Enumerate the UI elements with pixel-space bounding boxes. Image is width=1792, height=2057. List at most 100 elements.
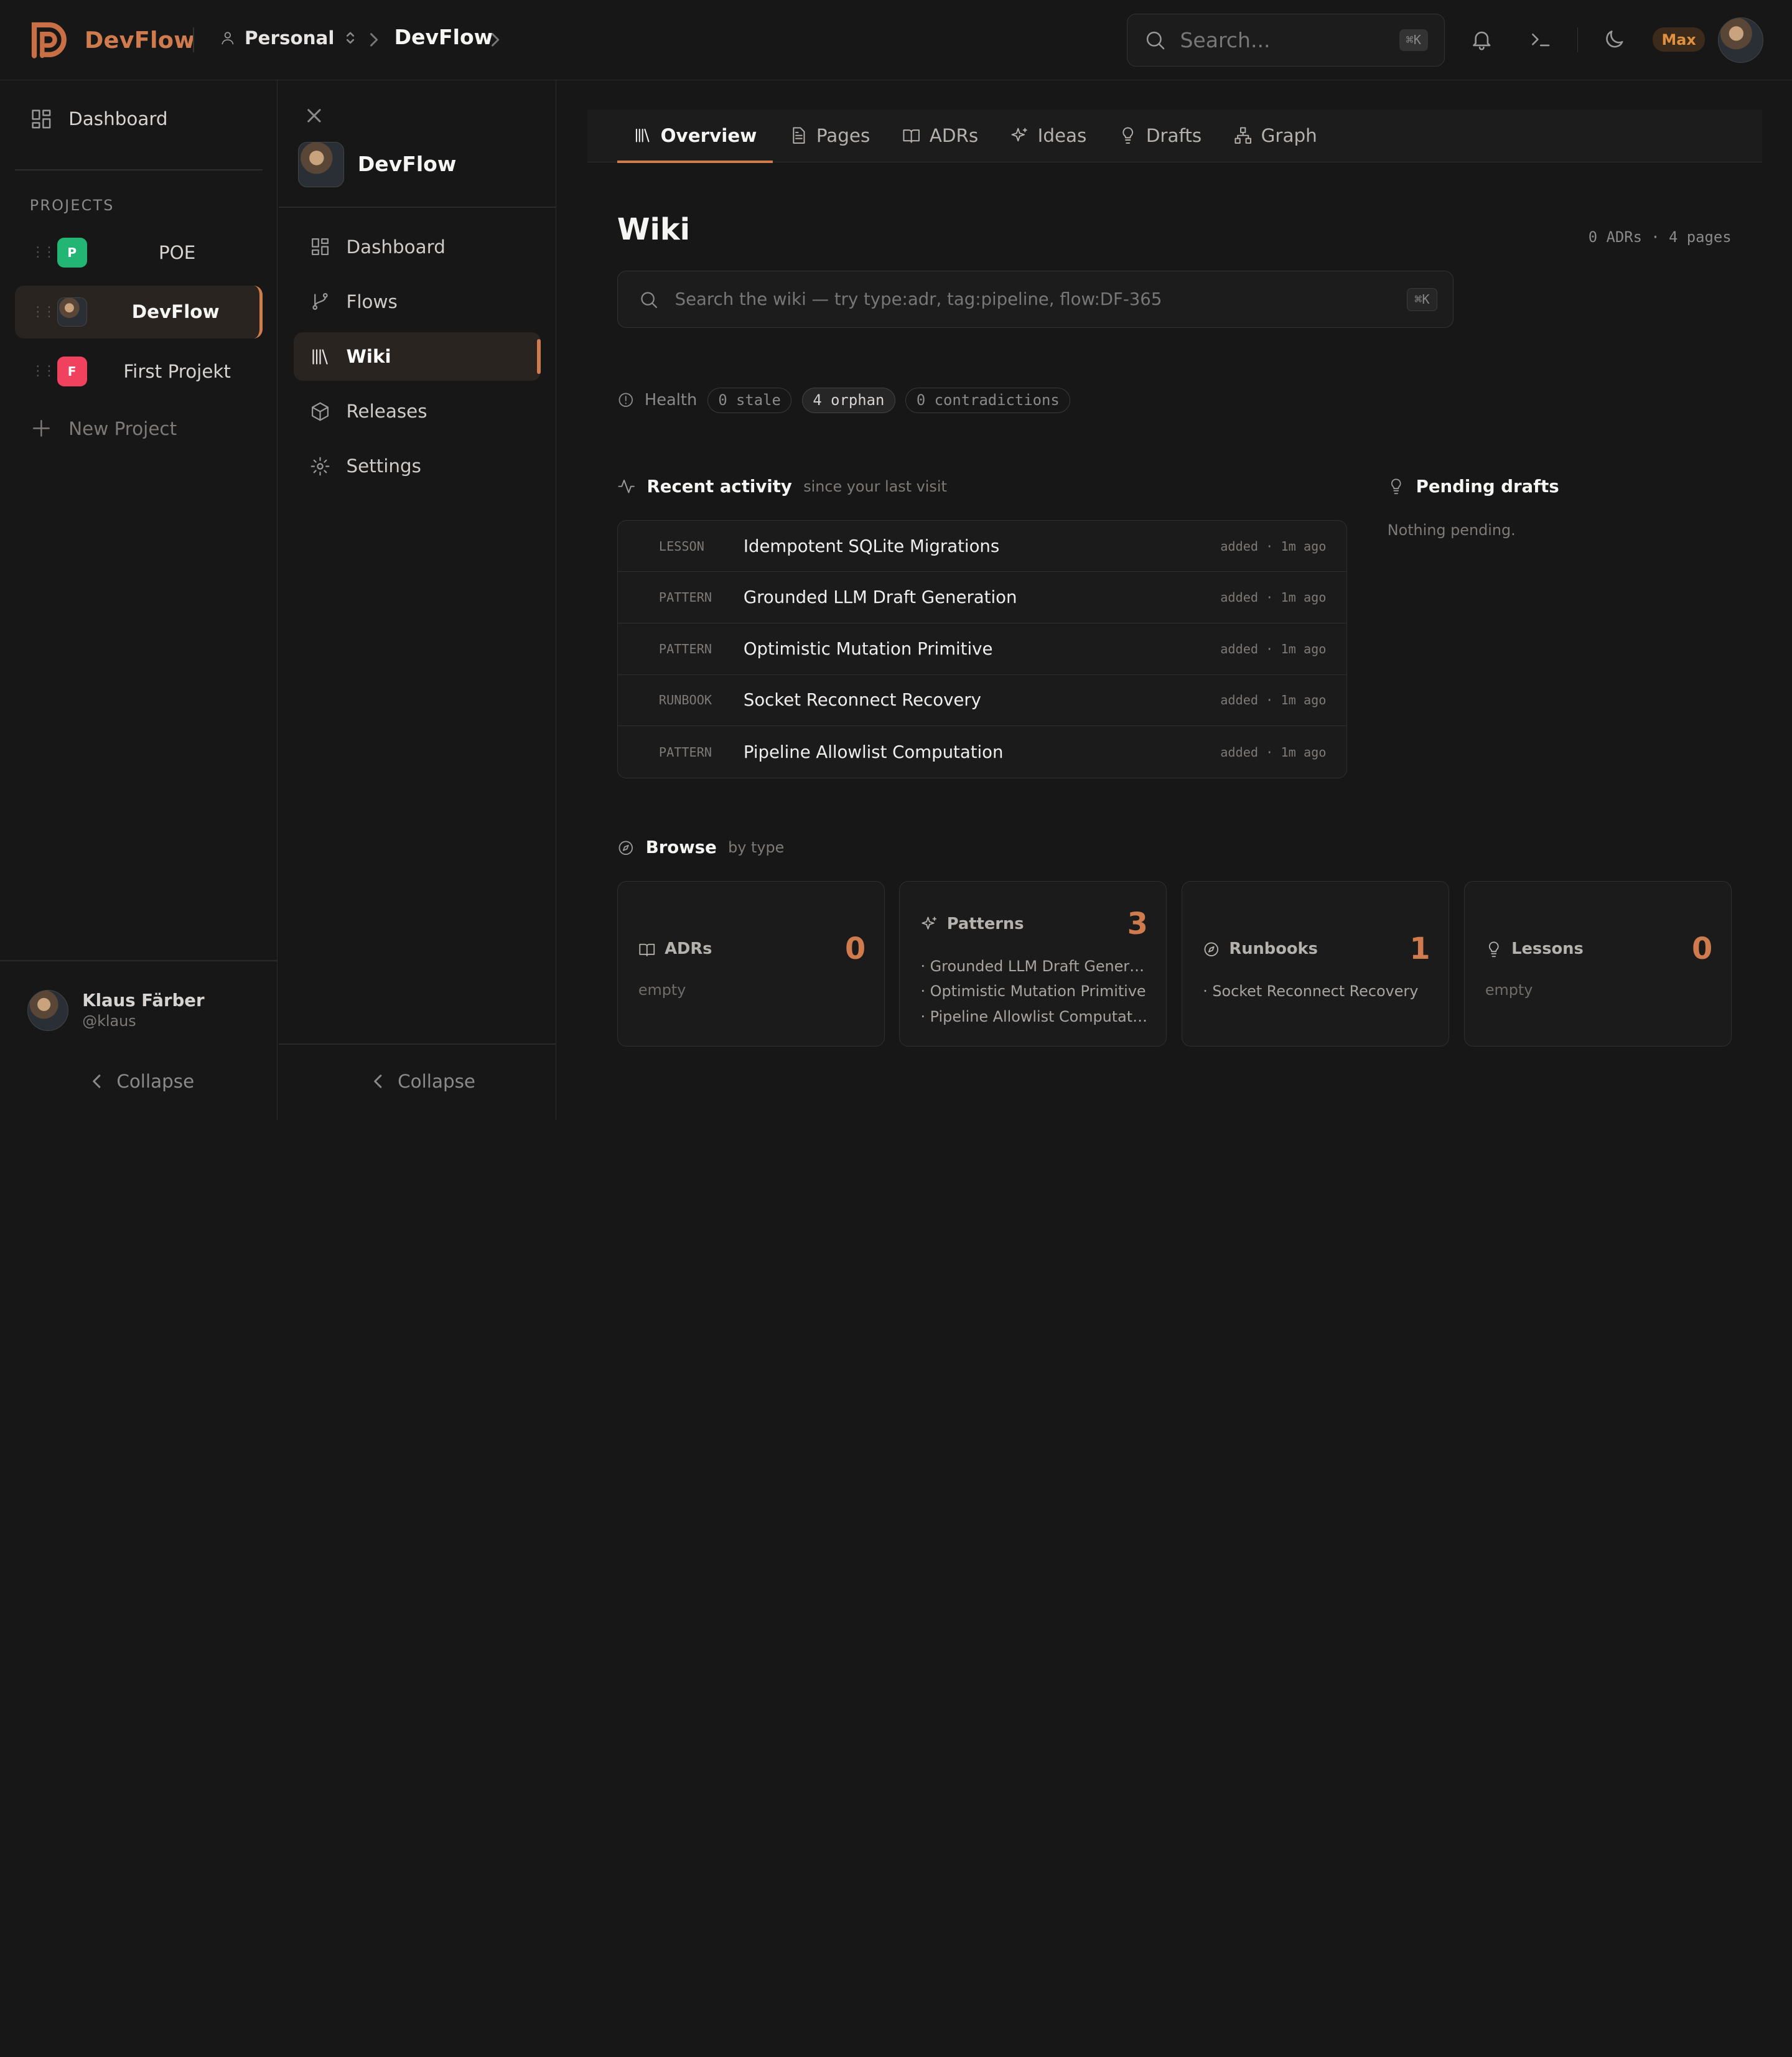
user-badge[interactable]: Max [1652,27,1706,52]
project-name: First Projekt [123,360,231,382]
section-title: Browse [645,837,717,858]
breadcrumb-project[interactable]: DevFlow [394,25,493,49]
card-empty: empty [638,981,686,999]
project-item-devflow[interactable]: ⋮⋮ DevFlow [14,286,263,338]
divider [279,1043,557,1045]
nav-label: Releases [346,401,427,422]
list-item[interactable]: LESSON Idempotent SQLite Migrations adde… [617,521,1347,572]
browse-card-patterns[interactable]: Patterns 3 · Grounded LLM Draft Generat.… [899,881,1167,1047]
tab-label: Overview [660,125,757,147]
project-nav-dashboard[interactable]: Dashboard [294,223,541,271]
sidebar-item-label: Dashboard [68,108,168,129]
card-list-item[interactable]: · Grounded LLM Draft Generat... [921,954,1148,979]
card-list-item[interactable]: · Socket Reconnect Recovery [1203,979,1430,1004]
collapse-project-sidebar-button[interactable]: Collapse [373,1071,475,1092]
project-nav-settings[interactable]: Settings [294,442,541,490]
grid-icon [32,110,51,128]
network-icon [1234,127,1251,144]
drag-handle-icon[interactable]: ⋮⋮ [31,363,56,379]
tab-adrs[interactable]: ADRs [886,110,994,162]
item-meta: added · 1m ago [1220,590,1327,605]
item-meta: added · 1m ago [1220,641,1327,656]
divider [14,169,263,170]
item-meta: added · 1m ago [1220,744,1327,760]
moon-icon[interactable] [1602,27,1626,52]
user-handle: @klaus [82,1012,136,1030]
browse-card-runbooks[interactable]: Runbooks 1 · Socket Reconnect Recovery [1182,881,1449,1047]
nav-label: Wiki [346,346,391,368]
drag-handle-icon[interactable]: ⋮⋮ [31,304,56,320]
tab-label: Graph [1261,125,1317,147]
tab-overview[interactable]: Overview [617,110,773,164]
item-title: Grounded LLM Draft Generation [743,587,1017,608]
close-icon[interactable] [306,108,322,124]
avatar[interactable] [1717,17,1763,63]
workspace-label: Personal [245,27,335,49]
wiki-search-input[interactable]: Search the wiki — try type:adr, tag:pipe… [617,271,1454,329]
tab-label: Pages [816,125,870,147]
tab-ideas[interactable]: Ideas [994,110,1103,162]
top-bar: DevFlow Personal DevFlow Search... ⌘K Ma… [0,0,1792,80]
compass-icon [618,841,633,855]
sidebar-item-dashboard[interactable]: Dashboard [30,108,168,131]
user-name: Klaus Färber [82,990,205,1010]
terminal-icon[interactable] [1528,27,1553,52]
chevron-left-icon [93,1075,101,1088]
project-nav-wiki[interactable]: Wiki [294,332,541,381]
health-pill-stale[interactable]: 0 stale [707,387,792,413]
health-label: Health [644,391,698,410]
card-count: 0 [844,931,866,966]
lightbulb-icon [1122,127,1133,144]
chevron-right-icon[interactable] [489,32,500,48]
chevron-up-down-icon [347,32,355,44]
card-list-item[interactable]: · Optimistic Mutation Primitive [921,979,1148,1004]
item-title: Optimistic Mutation Primitive [743,638,993,659]
card-header: Patterns 3 [921,907,1148,941]
wiki-search-shortcut: ⌘K [1407,287,1437,311]
lightbulb-icon [1391,478,1401,495]
library-icon [635,129,649,142]
list-item[interactable]: PATTERN Pipeline Allowlist Computation a… [618,726,1347,778]
item-type: PATTERN [658,641,712,656]
chevron-left-icon [373,1075,382,1088]
avatar [27,989,69,1031]
divider [279,207,557,208]
project-name: DevFlow [131,301,220,323]
tab-graph[interactable]: Graph [1218,110,1333,162]
header-divider [193,27,195,53]
header-divider [1577,27,1579,53]
brand[interactable]: DevFlow [27,18,195,62]
bell-icon[interactable] [1470,27,1494,52]
health-pill-orphan[interactable]: 4 orphan [801,387,895,413]
browse-card-lessons[interactable]: Lessons 0 empty [1463,881,1732,1047]
card-count: 1 [1409,931,1430,966]
card-label: Patterns [946,915,1024,933]
card-list-item[interactable]: · Pipeline Allowlist Computation [921,1004,1148,1029]
health-pill-contradictions[interactable]: 0 contradictions [905,387,1071,413]
project-avatar [298,141,344,188]
tab-label: Drafts [1146,125,1202,147]
user-profile[interactable]: Klaus Färber @klaus [27,989,205,1031]
lightbulb-icon [1488,941,1499,957]
list-item[interactable]: PATTERN Optimistic Mutation Primitive ad… [617,623,1347,675]
project-nav-flows[interactable]: Flows [294,278,541,325]
tab-label: ADRs [929,125,979,147]
project-title: DevFlow [357,152,457,177]
drag-handle-icon[interactable]: ⋮⋮ [31,245,56,260]
tab-pages[interactable]: Pages [773,110,886,162]
project-item-poe[interactable]: ⋮⋮ P POE [15,226,263,279]
list-item[interactable]: PATTERN Grounded LLM Draft Generation ad… [617,572,1347,623]
project-badge: F [57,357,87,386]
card-header: Runbooks 1 [1203,932,1430,966]
project-nav-releases[interactable]: Releases [294,388,541,436]
tab-drafts[interactable]: Drafts [1103,110,1218,162]
item-meta: added · 1m ago [1220,538,1327,554]
project-item-first-projekt[interactable]: ⋮⋮ F First Projekt [15,345,263,398]
global-search[interactable]: Search... ⌘K [1126,14,1445,67]
divider [0,959,278,961]
collapse-sidebar-button[interactable]: Collapse [91,1071,194,1092]
browse-card-adrs[interactable]: ADRs 0 empty [617,881,885,1047]
new-project-button[interactable]: New Project [30,417,177,440]
workspace-switcher[interactable]: Personal [220,27,358,49]
list-item[interactable]: RUNBOOK Socket Reconnect Recovery added … [617,675,1347,727]
